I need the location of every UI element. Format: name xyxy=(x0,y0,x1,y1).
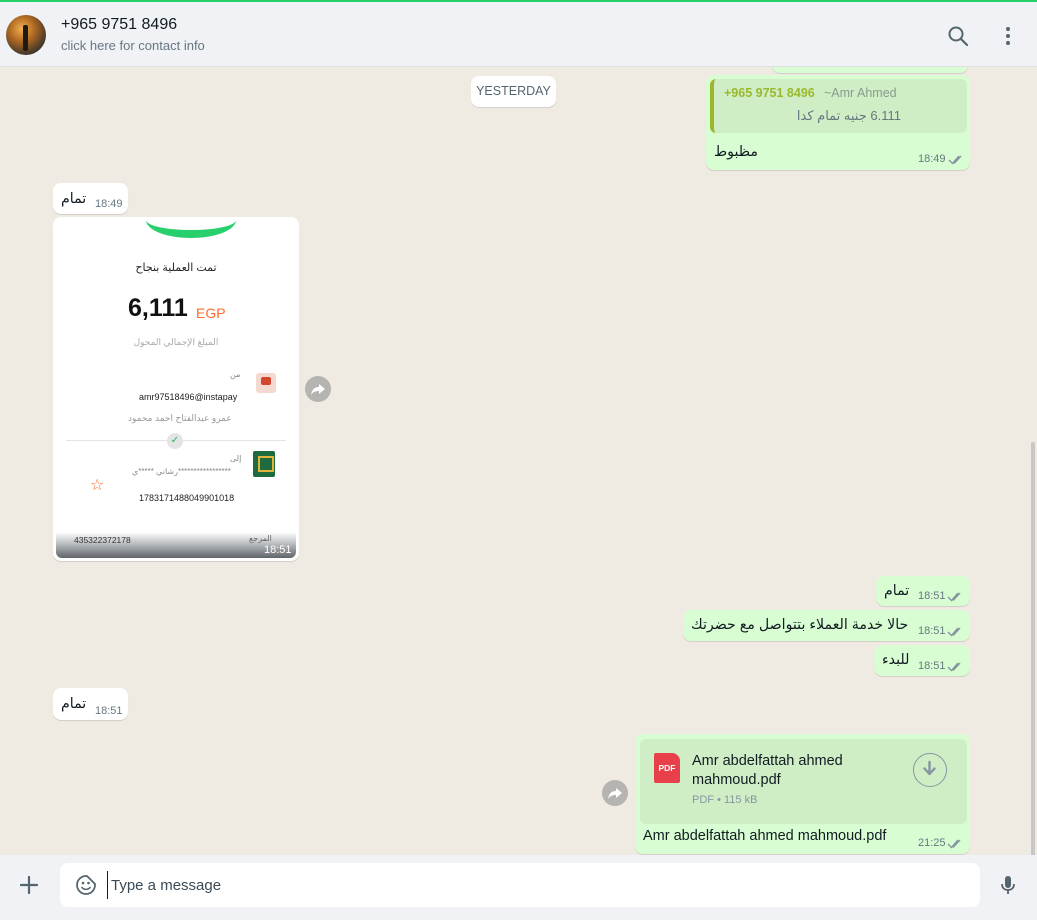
message-text: للبدء xyxy=(882,652,910,668)
star-icon: ☆ xyxy=(90,477,105,494)
download-button[interactable] xyxy=(913,753,947,787)
message-time: 18:51 xyxy=(95,705,123,717)
quoted-text: 6.111 جنيه تمام كدا xyxy=(796,108,901,123)
receipt-reference-number: 435322372178 xyxy=(74,535,131,545)
incoming-message[interactable]: تمام 18:49 xyxy=(53,183,128,214)
message-time: 18:51 xyxy=(918,590,946,602)
document-file-name: Amr abdelfattah ahmed mahmoud.pdf xyxy=(692,753,843,788)
forward-button[interactable] xyxy=(602,780,628,806)
read-ticks-icon xyxy=(947,662,961,672)
transfer-receipt-image[interactable]: تمت العملية بنجاح 6,111 EGP المبلغ الإجم… xyxy=(56,220,296,558)
read-ticks-icon xyxy=(947,839,961,849)
chat-scrollbar[interactable] xyxy=(1031,442,1035,855)
receipt-from-address: amr97518496@instapay xyxy=(139,392,238,402)
emoji-icon[interactable] xyxy=(74,873,98,897)
document-type: PDF xyxy=(692,794,714,806)
receipt-account-number: 1783171488049901018 xyxy=(139,493,235,503)
success-arc-graphic xyxy=(146,220,236,238)
contact-info-hint[interactable]: click here for contact info xyxy=(61,38,205,53)
outgoing-message[interactable]: حالا خدمة العملاء بتتواصل مع حضرتك 18:51 xyxy=(683,610,970,641)
receipt-reference-label: المرجع xyxy=(249,534,272,543)
microphone-icon[interactable] xyxy=(996,873,1020,897)
receipt-to-label: إلى xyxy=(230,454,242,463)
forward-icon xyxy=(608,788,622,799)
chat-header[interactable]: +965 9751 8496 click here for contact in… xyxy=(0,0,1037,67)
message-composer xyxy=(0,855,1037,920)
message-time: 18:51 xyxy=(264,544,292,556)
sender-bank-logo xyxy=(256,373,276,393)
message-text: حالا خدمة العملاء بتتواصل مع حضرتك xyxy=(691,617,909,633)
document-card[interactable]: PDF Amr abdelfattah ahmed mahmoud.pdf PD… xyxy=(640,739,967,824)
message-time: 18:51 xyxy=(918,625,946,637)
message-time: 21:25 xyxy=(918,837,946,849)
document-meta: PDF • 115 kB xyxy=(692,794,757,806)
receipt-amount: 6,111 xyxy=(128,294,188,322)
message-time: 18:49 xyxy=(95,198,123,210)
document-caption: Amr abdelfattah ahmed mahmoud.pdf xyxy=(643,828,887,844)
incoming-message[interactable]: تمام 18:51 xyxy=(53,688,128,720)
document-message[interactable]: PDF Amr abdelfattah ahmed mahmoud.pdf PD… xyxy=(635,734,970,854)
forward-button[interactable] xyxy=(305,376,331,402)
message-list[interactable]: YESTERDAY +965 9751 8496 ~Amr Ahmed 6.11… xyxy=(0,67,1037,855)
quoted-phone: +965 9751 8496 xyxy=(724,86,815,100)
receipt-from-label: من xyxy=(230,370,241,379)
contact-avatar[interactable] xyxy=(6,15,46,55)
message-text: تمام xyxy=(61,191,87,207)
check-icon: ✓ xyxy=(167,433,183,449)
quoted-message[interactable]: +965 9751 8496 ~Amr Ahmed 6.111 جنيه تما… xyxy=(710,79,967,133)
plus-icon[interactable] xyxy=(17,873,41,897)
read-ticks-icon xyxy=(947,627,961,637)
download-arrow-icon xyxy=(923,760,936,776)
message-text: تمام xyxy=(61,696,87,712)
search-icon[interactable] xyxy=(946,24,970,48)
recipient-bank-logo xyxy=(253,451,275,477)
message-time: 18:51 xyxy=(918,660,946,672)
day-separator: YESTERDAY xyxy=(471,76,556,107)
receipt-to-masked: رشاني *****ي***************** xyxy=(132,467,231,476)
message-time: 18:49 xyxy=(918,153,946,165)
meta-separator: • xyxy=(717,794,724,806)
message-text: مظبوط xyxy=(714,144,758,160)
read-ticks-icon xyxy=(947,592,961,602)
reply-message[interactable]: +965 9751 8496 ~Amr Ahmed 6.111 جنيه تما… xyxy=(706,75,970,170)
image-message[interactable]: تمت العملية بنجاح 6,111 EGP المبلغ الإجم… xyxy=(53,217,299,561)
message-input-box[interactable] xyxy=(60,863,980,907)
contact-name[interactable]: +965 9751 8496 xyxy=(61,16,177,34)
message-text: تمام xyxy=(884,583,910,599)
kebab-menu-icon[interactable] xyxy=(996,24,1020,48)
receipt-from-name: عمرو عبدالفتاح احمد محمود xyxy=(128,413,232,423)
previous-message-bubble[interactable] xyxy=(772,67,968,73)
message-input[interactable] xyxy=(107,871,967,899)
outgoing-message[interactable]: تمام 18:51 xyxy=(876,576,970,606)
read-ticks-icon xyxy=(948,155,962,165)
document-size: 115 kB xyxy=(723,794,758,806)
receipt-status: تمت العملية بنجاح xyxy=(135,262,217,274)
outgoing-message[interactable]: للبدء 18:51 xyxy=(874,645,970,676)
receipt-total-label: المبلغ الإجمالي المحول xyxy=(133,337,219,347)
receipt-currency: EGP xyxy=(196,305,226,321)
quoted-author: ~Amr Ahmed xyxy=(824,86,897,100)
forward-icon xyxy=(311,384,325,395)
pdf-file-icon: PDF xyxy=(654,753,680,783)
